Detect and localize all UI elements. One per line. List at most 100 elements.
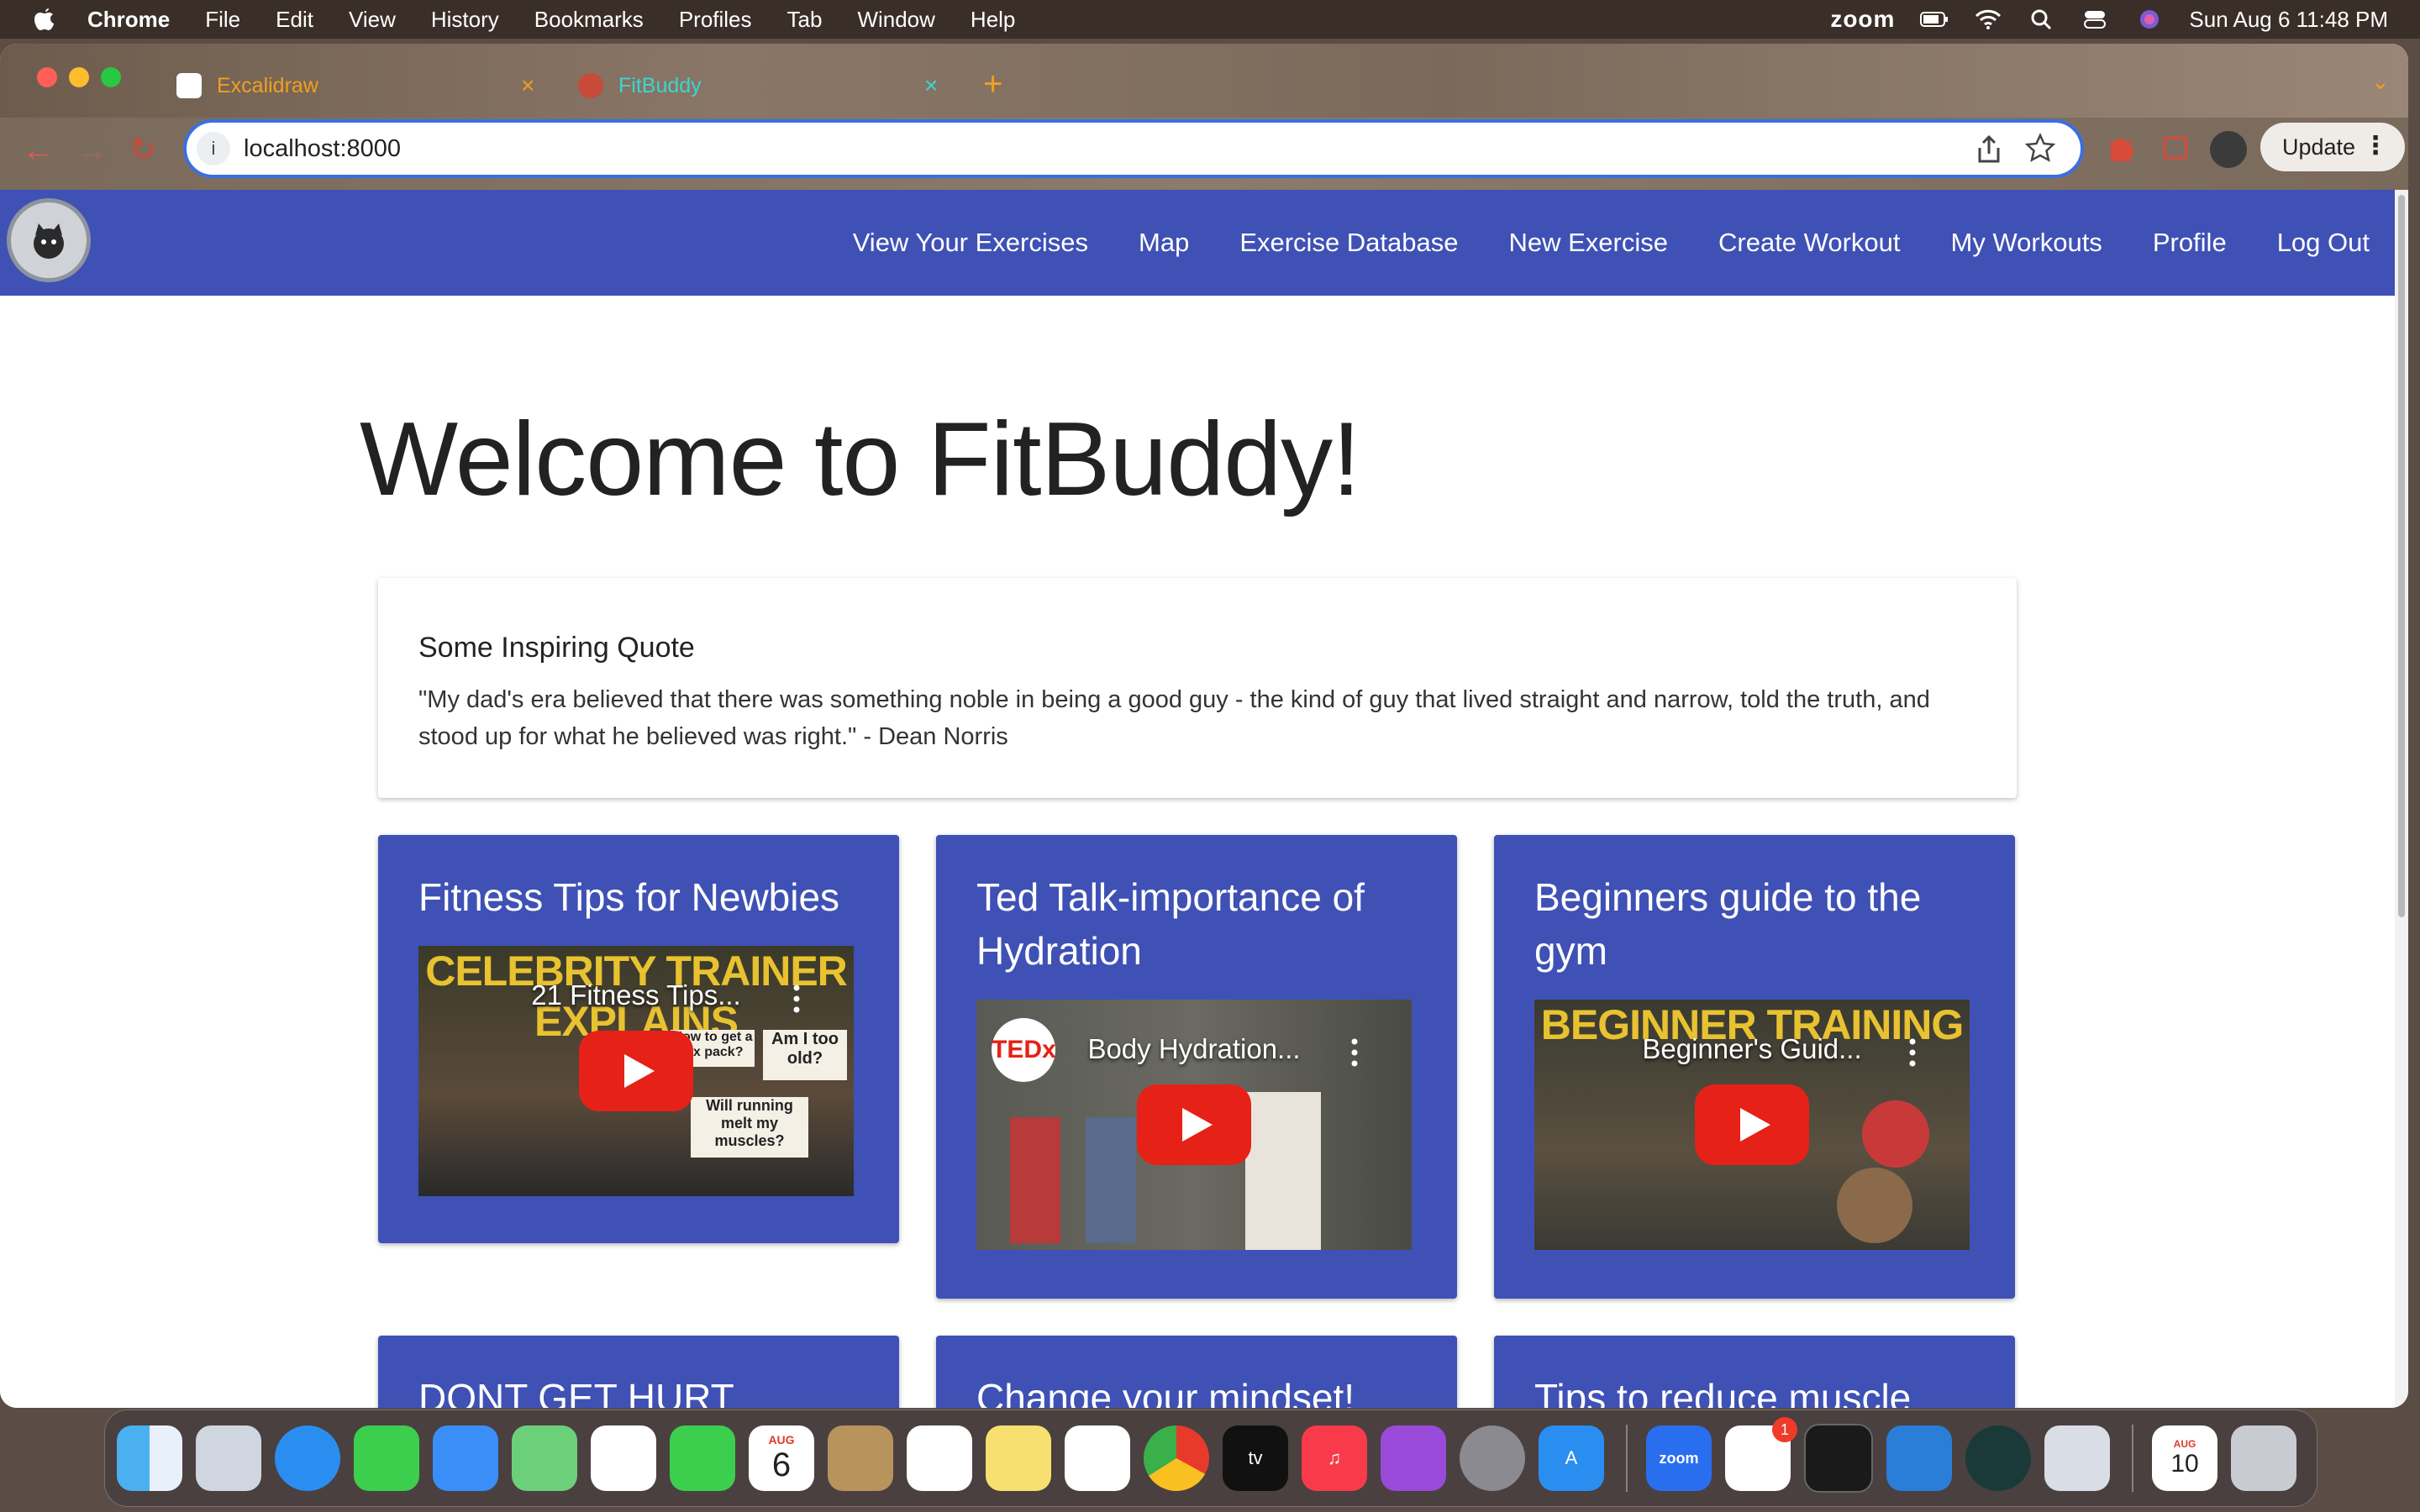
quote-card: Some Inspiring Quote "My dad's era belie… <box>378 578 2017 798</box>
mail-icon[interactable] <box>433 1425 498 1491</box>
launchpad-icon[interactable] <box>196 1425 261 1491</box>
apple-icon[interactable] <box>32 6 57 33</box>
video-note: Will running melt my muscles? <box>691 1097 808 1158</box>
music-icon[interactable]: ♫ <box>1302 1425 1367 1491</box>
menu-edit[interactable]: Edit <box>276 7 313 33</box>
browser-menu-icon[interactable]: ⋮ <box>2363 131 2388 160</box>
tab-fitbuddy[interactable]: FitBuddy × <box>578 62 948 109</box>
zoom-app-icon[interactable]: zoom <box>1646 1425 1712 1491</box>
messages-icon[interactable] <box>354 1425 419 1491</box>
close-tab-icon[interactable]: × <box>521 72 534 99</box>
bookmark-star-icon[interactable] <box>2025 133 2055 163</box>
minimize-window-button[interactable] <box>69 67 89 87</box>
preview-icon[interactable] <box>2044 1425 2110 1491</box>
video-card-title: Tips to reduce muscle soreness <box>1534 1376 1912 1408</box>
menu-app-name[interactable]: Chrome <box>87 7 170 33</box>
apple-tv-icon[interactable]: tv <box>1223 1425 1288 1491</box>
freeform-icon[interactable] <box>1065 1425 1130 1491</box>
menu-bookmarks[interactable]: Bookmarks <box>534 7 644 33</box>
share-icon[interactable] <box>1975 134 2003 165</box>
update-button[interactable]: Update ⋮ <box>2260 123 2405 171</box>
siri-icon[interactable] <box>2135 8 2164 30</box>
forward-icon[interactable]: → <box>76 133 108 169</box>
safari-icon[interactable] <box>275 1425 340 1491</box>
video-embed[interactable]: BEGINNER TRAINING Beginner's Guid... <box>1534 1000 1970 1250</box>
menu-view[interactable]: View <box>349 7 396 33</box>
facetime-icon[interactable] <box>670 1425 735 1491</box>
url-text[interactable]: localhost:8000 <box>244 135 401 163</box>
youtube-play-icon[interactable] <box>1137 1084 1251 1165</box>
profile-avatar[interactable] <box>2210 131 2247 168</box>
app-store-icon[interactable]: A <box>1539 1425 1604 1491</box>
vscode-icon[interactable] <box>1886 1425 1952 1491</box>
maximize-window-button[interactable] <box>101 67 121 87</box>
address-bar[interactable]: i localhost:8000 <box>183 119 2084 178</box>
finder-icon[interactable] <box>117 1425 182 1491</box>
reading-list-icon[interactable] <box>2161 133 2191 163</box>
trash-icon[interactable] <box>2231 1425 2296 1491</box>
nav-map[interactable]: Map <box>1139 228 1189 258</box>
reminders-icon[interactable] <box>907 1425 972 1491</box>
scrollbar-thumb[interactable] <box>2398 195 2405 917</box>
close-window-button[interactable] <box>37 67 57 87</box>
menu-tab[interactable]: Tab <box>787 7 823 33</box>
photos-icon[interactable] <box>591 1425 656 1491</box>
podcasts-icon[interactable] <box>1381 1425 1446 1491</box>
cat-mascot-icon <box>34 223 64 259</box>
calendar-file-icon[interactable]: AUG 10 <box>2152 1425 2217 1491</box>
menu-help[interactable]: Help <box>971 7 1015 33</box>
spotlight-search-icon[interactable] <box>2028 8 2056 30</box>
contacts-icon[interactable] <box>828 1425 893 1491</box>
calendar-icon[interactable]: AUG 6 <box>749 1425 814 1491</box>
notes-icon[interactable] <box>986 1425 1051 1491</box>
terminal-icon[interactable] <box>1804 1424 1873 1493</box>
file-day: 10 <box>2170 1450 2199 1478</box>
back-icon[interactable]: ← <box>22 133 54 169</box>
system-settings-icon[interactable] <box>1460 1425 1525 1491</box>
nav-create-workout[interactable]: Create Workout <box>1718 228 1901 258</box>
nav-view-your-exercises[interactable]: View Your Exercises <box>853 228 1088 258</box>
slack-badge: 1 <box>1772 1417 1797 1442</box>
video-menu-icon[interactable] <box>1351 1038 1358 1067</box>
wifi-icon[interactable] <box>1974 8 2002 30</box>
tab-search-chevron-icon[interactable]: ⌄ <box>2371 69 2390 95</box>
battery-icon[interactable] <box>1920 8 1949 30</box>
slack-icon[interactable]: 1 <box>1725 1417 1797 1491</box>
nav-links: View Your Exercises Map Exercise Databas… <box>802 190 2370 296</box>
zoom-status-item[interactable]: zoom <box>1830 6 1895 33</box>
close-tab-icon[interactable]: × <box>924 72 938 99</box>
fitbuddy-logo[interactable] <box>7 198 91 282</box>
menu-window[interactable]: Window <box>857 7 934 33</box>
tab-excalidraw[interactable]: Excalidraw × <box>176 62 546 109</box>
nav-profile[interactable]: Profile <box>2153 228 2227 258</box>
reload-icon[interactable]: ↻ <box>129 131 156 169</box>
video-embed[interactable]: TEDx Body Hydration... <box>976 1000 1412 1250</box>
video-embed[interactable]: CELEBRITY TRAINER EXPLAINS 21 Fitness Ti… <box>418 946 854 1196</box>
file-month: AUG <box>2173 1438 2196 1450</box>
new-tab-icon[interactable]: + <box>983 66 1002 103</box>
maps-icon[interactable] <box>512 1425 577 1491</box>
video-card: Tips to reduce muscle soreness <box>1494 1336 2015 1408</box>
calendar-day: 6 <box>771 1446 792 1483</box>
page-scrollbar[interactable] <box>2395 190 2408 1408</box>
nav-exercise-database[interactable]: Exercise Database <box>1239 228 1458 258</box>
nav-log-out[interactable]: Log Out <box>2277 228 2370 258</box>
menu-profiles[interactable]: Profiles <box>679 7 752 33</box>
menu-history[interactable]: History <box>431 7 499 33</box>
video-embed-title: Body Hydration... <box>1087 1033 1301 1064</box>
nav-new-exercise[interactable]: New Exercise <box>1509 228 1669 258</box>
menu-file[interactable]: File <box>205 7 240 33</box>
video-menu-icon[interactable] <box>1909 1038 1916 1067</box>
extension-puzzle-icon[interactable] <box>2106 133 2136 163</box>
control-center-icon[interactable] <box>2081 8 2110 30</box>
site-info-icon[interactable]: i <box>197 132 230 165</box>
chrome-icon[interactable] <box>1144 1425 1209 1491</box>
menu-clock[interactable]: Sun Aug 6 11:48 PM <box>2189 7 2388 33</box>
youtube-play-icon[interactable] <box>579 1031 693 1111</box>
dock-separator <box>1626 1425 1628 1492</box>
youtube-play-icon[interactable] <box>1695 1084 1809 1165</box>
nav-my-workouts[interactable]: My Workouts <box>1951 228 2102 258</box>
gitkraken-icon[interactable] <box>1965 1425 2031 1491</box>
video-card-title: Fitness Tips for Newbies <box>418 875 840 919</box>
video-menu-icon[interactable] <box>793 984 800 1013</box>
